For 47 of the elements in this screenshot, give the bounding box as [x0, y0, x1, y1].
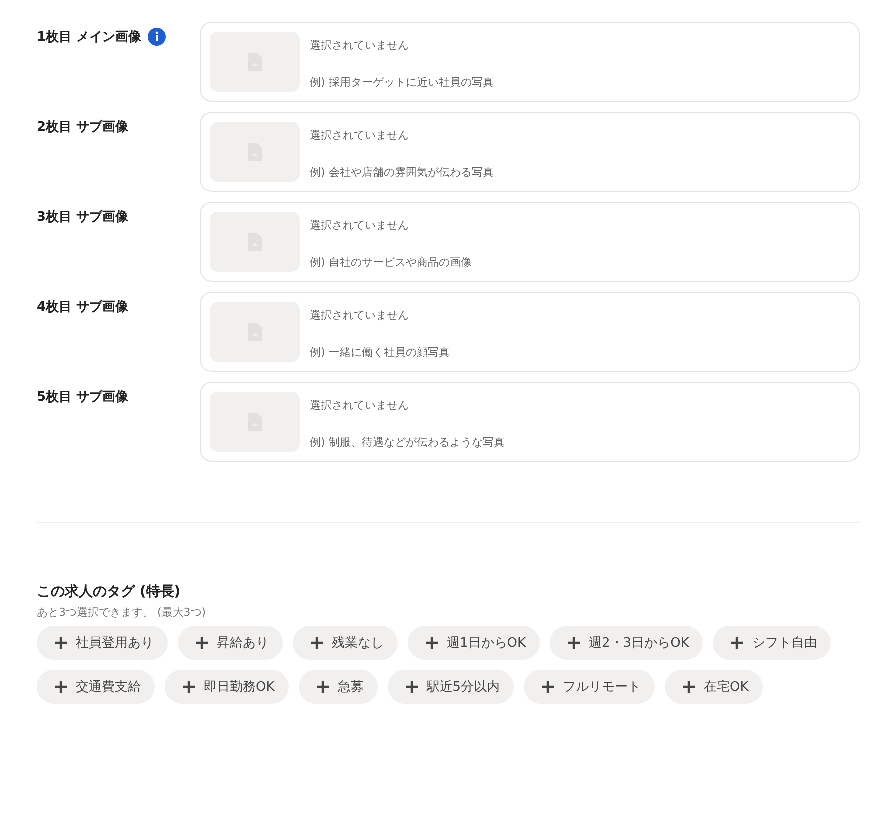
tag-chip[interactable]: 在宅OK: [665, 670, 763, 704]
status-text: 選択されていません: [310, 128, 410, 143]
plus-icon: [55, 637, 67, 649]
plus-icon: [55, 681, 67, 693]
tag-chip[interactable]: シフト自由: [713, 626, 832, 660]
plus-icon: [426, 637, 438, 649]
section-title: この求人のタグ (特長): [37, 583, 182, 601]
tag-chip[interactable]: 週1日からOK: [408, 626, 540, 660]
plus-icon: [183, 681, 195, 693]
plus-icon: [731, 637, 744, 649]
tag-chip[interactable]: 週2・3日からOK: [550, 626, 704, 660]
status-text: 選択されていません: [310, 218, 410, 233]
tag-chip[interactable]: 残業なし: [293, 626, 398, 660]
info-icon[interactable]: [148, 28, 166, 46]
field-label: 5枚目 サブ画像: [37, 388, 129, 406]
image-upload-field[interactable]: 選択されていません 例) 制服、待遇などが伝わるような写真: [200, 382, 860, 462]
plus-icon: [196, 637, 208, 649]
plus-icon: [683, 681, 696, 693]
plus-icon: [311, 637, 323, 649]
tag-chip[interactable]: 駅近5分以内: [388, 670, 514, 704]
tag-chip[interactable]: 急募: [298, 670, 378, 704]
status-text: 選択されていません: [310, 308, 410, 323]
tag-chip[interactable]: 即日勤務OK: [165, 670, 289, 704]
plus-icon: [406, 681, 418, 693]
image-upload-field[interactable]: 選択されていません 例) 自社のサービスや商品の画像: [200, 202, 860, 282]
hint-text: あと3つ選択できます。 (最大3つ): [37, 605, 208, 620]
field-label: 4枚目 サブ画像: [37, 298, 129, 316]
field-label: 1枚目 メイン画像: [37, 29, 142, 46]
plus-icon: [542, 681, 554, 693]
field-label: 3枚目 サブ画像: [37, 208, 129, 226]
example-text: 例) 一緒に働く社員の顔写真: [310, 345, 450, 360]
image-upload-field[interactable]: 選択されていません 例) 採用ターゲットに近い社員の写真: [200, 22, 860, 102]
status-text: 選択されていません: [310, 38, 410, 53]
tag-chip[interactable]: 昇給あり: [178, 626, 283, 660]
plus-icon: [568, 637, 580, 649]
status-text: 選択されていません: [310, 398, 410, 413]
tag-chip[interactable]: 社員登用あり: [37, 626, 168, 660]
field-label: 2枚目 サブ画像: [37, 118, 129, 136]
example-text: 例) 制服、待遇などが伝わるような写真: [310, 435, 505, 450]
example-text: 例) 採用ターゲットに近い社員の写真: [310, 75, 494, 90]
example-text: 例) 自社のサービスや商品の画像: [310, 255, 472, 270]
image-upload-field[interactable]: 選択されていません 例) 一緒に働く社員の顔写真: [200, 292, 860, 372]
image-upload-field[interactable]: 選択されていません 例) 会社や店舗の雰囲気が伝わる写真: [200, 112, 860, 192]
tag-chip[interactable]: フルリモート: [524, 670, 656, 704]
plus-icon: [316, 681, 329, 693]
example-text: 例) 会社や店舗の雰囲気が伝わる写真: [310, 165, 494, 180]
tag-chip[interactable]: 交通費支給: [37, 670, 155, 704]
